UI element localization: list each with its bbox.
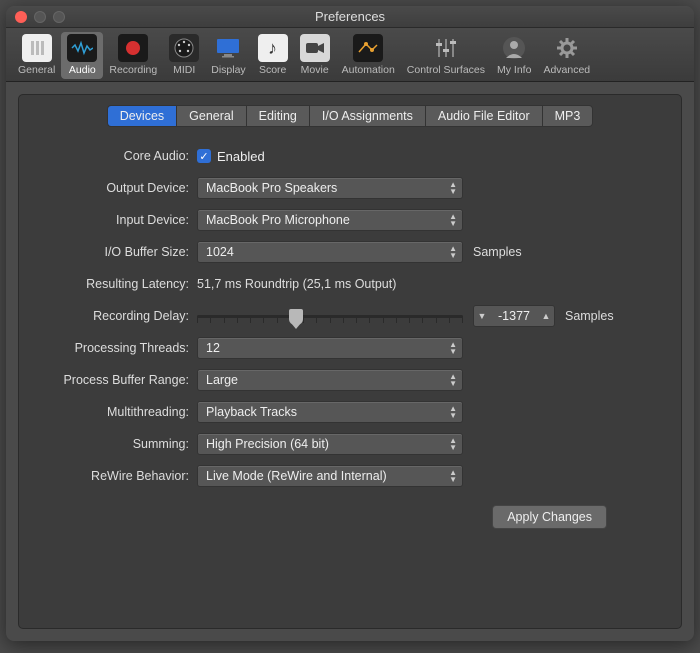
summing-select[interactable]: High Precision (64 bit) ▲▼	[197, 433, 463, 455]
apply-changes-button[interactable]: Apply Changes	[492, 505, 607, 529]
chevron-updown-icon: ▲▼	[449, 213, 457, 227]
toolbar-label: Control Surfaces	[407, 64, 485, 76]
io-buffer-select[interactable]: 1024 ▲▼	[197, 241, 463, 263]
select-value: 1024	[206, 245, 234, 259]
enabled-text: Enabled	[217, 149, 265, 164]
toolbar-control-surfaces[interactable]: Control Surfaces	[401, 32, 491, 79]
toolbar-score[interactable]: ♪ Score	[252, 32, 294, 79]
recording-delay-slider[interactable]	[197, 306, 463, 326]
select-value: Playback Tracks	[206, 405, 297, 419]
output-device-label: Output Device:	[33, 181, 197, 195]
svg-text:♪: ♪	[268, 38, 277, 58]
toolbar-recording[interactable]: Recording	[103, 32, 163, 79]
rewire-label: ReWire Behavior:	[33, 469, 197, 483]
subtabs: Devices General Editing I/O Assignments …	[33, 105, 667, 127]
waveform-icon	[67, 34, 97, 62]
processing-threads-select[interactable]: 12 ▲▼	[197, 337, 463, 359]
toolbar-my-info[interactable]: My Info	[491, 32, 537, 79]
samples-unit: Samples	[565, 309, 614, 323]
select-value: High Precision (64 bit)	[206, 437, 329, 451]
chevron-updown-icon: ▲▼	[449, 437, 457, 451]
toolbar-label: Automation	[342, 64, 395, 76]
multithreading-select[interactable]: Playback Tracks ▲▼	[197, 401, 463, 423]
process-buffer-range-select[interactable]: Large ▲▼	[197, 369, 463, 391]
tab-audio-file-editor[interactable]: Audio File Editor	[425, 105, 542, 127]
tab-io-assignments[interactable]: I/O Assignments	[309, 105, 425, 127]
slider-ticks	[197, 310, 463, 324]
score-icon: ♪	[258, 34, 288, 62]
chevron-updown-icon: ▲▼	[449, 469, 457, 483]
latency-value: 51,7 ms Roundtrip (25,1 ms Output)	[197, 277, 396, 291]
io-buffer-label: I/O Buffer Size:	[33, 245, 197, 259]
toolbar-label: General	[18, 64, 55, 76]
toolbar-label: Recording	[109, 64, 157, 76]
chevron-updown-icon: ▲▼	[449, 405, 457, 419]
summing-label: Summing:	[33, 437, 197, 451]
sliders-icon	[22, 34, 52, 62]
rewire-select[interactable]: Live Mode (ReWire and Internal) ▲▼	[197, 465, 463, 487]
samples-unit: Samples	[473, 245, 522, 259]
check-icon: ✓	[197, 149, 211, 163]
input-device-select[interactable]: MacBook Pro Microphone ▲▼	[197, 209, 463, 231]
toolbar-label: My Info	[497, 64, 531, 76]
record-icon	[118, 34, 148, 62]
toolbar-general[interactable]: General	[12, 32, 61, 79]
tab-mp3[interactable]: MP3	[542, 105, 594, 127]
preferences-toolbar: General Audio Recording MIDI Display	[6, 28, 694, 82]
window-title: Preferences	[6, 9, 694, 24]
toolbar-automation[interactable]: Automation	[336, 32, 401, 79]
tab-general[interactable]: General	[176, 105, 245, 127]
person-icon	[499, 34, 529, 62]
stepper-value: -1377	[490, 309, 538, 323]
recording-delay-stepper[interactable]: ▼ -1377 ▲	[473, 305, 555, 327]
stepper-up-icon[interactable]: ▲	[538, 311, 554, 321]
toolbar-movie[interactable]: Movie	[294, 32, 336, 79]
faders-icon	[431, 34, 461, 62]
chevron-updown-icon: ▲▼	[449, 245, 457, 259]
multithreading-label: Multithreading:	[33, 405, 197, 419]
devices-panel: Devices General Editing I/O Assignments …	[18, 94, 682, 629]
select-value: MacBook Pro Microphone	[206, 213, 350, 227]
toolbar-audio[interactable]: Audio	[61, 32, 103, 79]
automation-icon	[353, 34, 383, 62]
stepper-down-icon[interactable]: ▼	[474, 311, 490, 321]
recording-delay-label: Recording Delay:	[33, 309, 197, 323]
processing-threads-label: Processing Threads:	[33, 341, 197, 355]
toolbar-label: Movie	[301, 64, 329, 76]
camera-icon	[300, 34, 330, 62]
select-value: 12	[206, 341, 220, 355]
core-audio-label: Core Audio:	[33, 149, 197, 163]
toolbar-midi[interactable]: MIDI	[163, 32, 205, 79]
process-buffer-range-label: Process Buffer Range:	[33, 373, 197, 387]
toolbar-display[interactable]: Display	[205, 32, 251, 79]
preferences-window: Preferences General Audio Recording MIDI	[6, 6, 694, 641]
chevron-updown-icon: ▲▼	[449, 373, 457, 387]
select-value: Live Mode (ReWire and Internal)	[206, 469, 387, 483]
toolbar-label: Advanced	[543, 64, 590, 76]
latency-label: Resulting Latency:	[33, 277, 197, 291]
chevron-updown-icon: ▲▼	[449, 341, 457, 355]
titlebar: Preferences	[6, 6, 694, 28]
toolbar-label: Display	[211, 64, 245, 76]
select-value: Large	[206, 373, 238, 387]
toolbar-label: MIDI	[173, 64, 195, 76]
midi-icon	[169, 34, 199, 62]
tab-devices[interactable]: Devices	[107, 105, 176, 127]
chevron-updown-icon: ▲▼	[449, 181, 457, 195]
toolbar-advanced[interactable]: Advanced	[537, 32, 596, 79]
output-device-select[interactable]: MacBook Pro Speakers ▲▼	[197, 177, 463, 199]
toolbar-label: Score	[259, 64, 286, 76]
core-audio-checkbox[interactable]: ✓ Enabled	[197, 149, 265, 164]
content-area: Devices General Editing I/O Assignments …	[6, 82, 694, 641]
input-device-label: Input Device:	[33, 213, 197, 227]
gear-icon	[552, 34, 582, 62]
select-value: MacBook Pro Speakers	[206, 181, 337, 195]
tab-editing[interactable]: Editing	[246, 105, 309, 127]
display-icon	[213, 34, 243, 62]
slider-thumb[interactable]	[289, 309, 303, 325]
toolbar-label: Audio	[69, 64, 96, 76]
